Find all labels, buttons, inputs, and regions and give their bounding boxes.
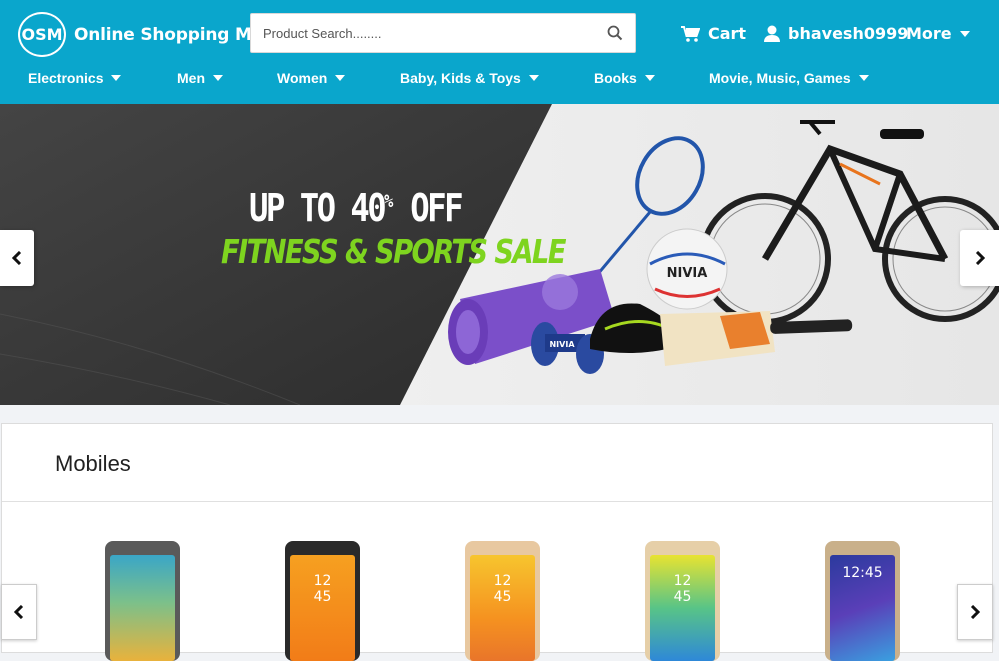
brand-logo[interactable]: OSM Online Shopping Mall [18,12,274,57]
nav-item-women[interactable]: Women [277,70,346,86]
product-card-phone[interactable]: 12 45 [465,541,540,661]
nav-item-label: Men [177,70,205,86]
product-card-phone[interactable]: 12 45 [645,541,720,661]
header: OSM Online Shopping Mall Cart bhavesh099… [0,0,999,104]
banner-prev-button[interactable] [0,230,34,286]
nav-item-baby-kids-toys[interactable]: Baby, Kids & Toys [400,70,539,86]
cart-label: Cart [708,24,747,43]
banner-headline-suffix: OFF [393,186,463,230]
nav-item-label: Baby, Kids & Toys [400,70,521,86]
nav-item-men[interactable]: Men [177,70,223,86]
product-card-phone[interactable]: 12:45 [825,541,900,661]
product-card-phone[interactable] [105,541,180,661]
search-bar [250,13,636,53]
caret-down-icon [335,75,346,81]
brand-name: Online Shopping Mall [74,24,275,45]
products-prev-button[interactable] [1,584,37,640]
product-carousel: 12 45 12 45 12 45 12:45 [2,503,992,661]
chevron-left-icon [12,251,22,265]
phone-screen: 12:45 [830,555,895,661]
caret-down-icon [528,75,539,81]
banner-subheadline: FITNESS & SPORTS SALE [221,232,566,271]
nav-item-books[interactable]: Books [594,70,655,86]
nav-item-label: Electronics [28,70,104,86]
more-menu[interactable]: More [906,24,970,43]
category-nav: Electronics Men Women Baby, Kids & Toys … [0,70,999,94]
search-icon[interactable] [595,14,635,52]
product-card-phone[interactable]: 12 45 [285,541,360,661]
nav-item-movie-music-games[interactable]: Movie, Music, Games [709,70,869,86]
svg-text:NIVIA: NIVIA [667,266,708,281]
user-icon [764,25,780,42]
phone-screen [110,555,175,661]
nav-item-label: Women [277,70,328,86]
nav-item-label: Movie, Music, Games [709,70,851,86]
caret-down-icon [111,75,122,81]
cart-link[interactable]: Cart [681,24,746,43]
products-next-button[interactable] [957,584,993,640]
more-label: More [906,24,952,43]
caret-down-icon [959,30,970,37]
football-illustration: NIVIA [646,228,728,310]
svg-text:NIVIA: NIVIA [549,340,575,349]
section-header: Mobiles [2,424,992,502]
chevron-left-icon [14,605,24,619]
nav-item-electronics[interactable]: Electronics [28,70,122,86]
logo-icon: OSM [18,12,66,57]
user-label: bhavesh0999 [788,24,909,43]
promo-banner[interactable]: NIVIA NIVIA UP TO 40% OFF FITNESS & SPOR… [0,104,999,405]
caret-down-icon [858,75,869,81]
search-input[interactable] [251,14,595,52]
section-title: Mobiles [55,451,131,476]
phone-screen: 12 45 [650,555,715,661]
mobiles-section: Mobiles 12 45 12 45 12 45 12:45 [1,423,993,661]
caret-down-icon [644,75,655,81]
banner-headline-percent: % [384,191,394,212]
user-account-link[interactable]: bhavesh0999 [764,24,908,43]
chevron-right-icon [975,251,985,265]
caret-down-icon [213,75,223,81]
banner-headline-prefix: UP TO 40 [249,186,387,230]
banner-next-button[interactable] [960,230,999,286]
chevron-right-icon [970,605,980,619]
phone-screen: 12 45 [470,555,535,661]
phone-screen: 12 45 [290,555,355,661]
cart-icon [681,25,700,42]
nav-item-label: Books [594,70,637,86]
banner-headline: UP TO 40% OFF [249,186,464,230]
